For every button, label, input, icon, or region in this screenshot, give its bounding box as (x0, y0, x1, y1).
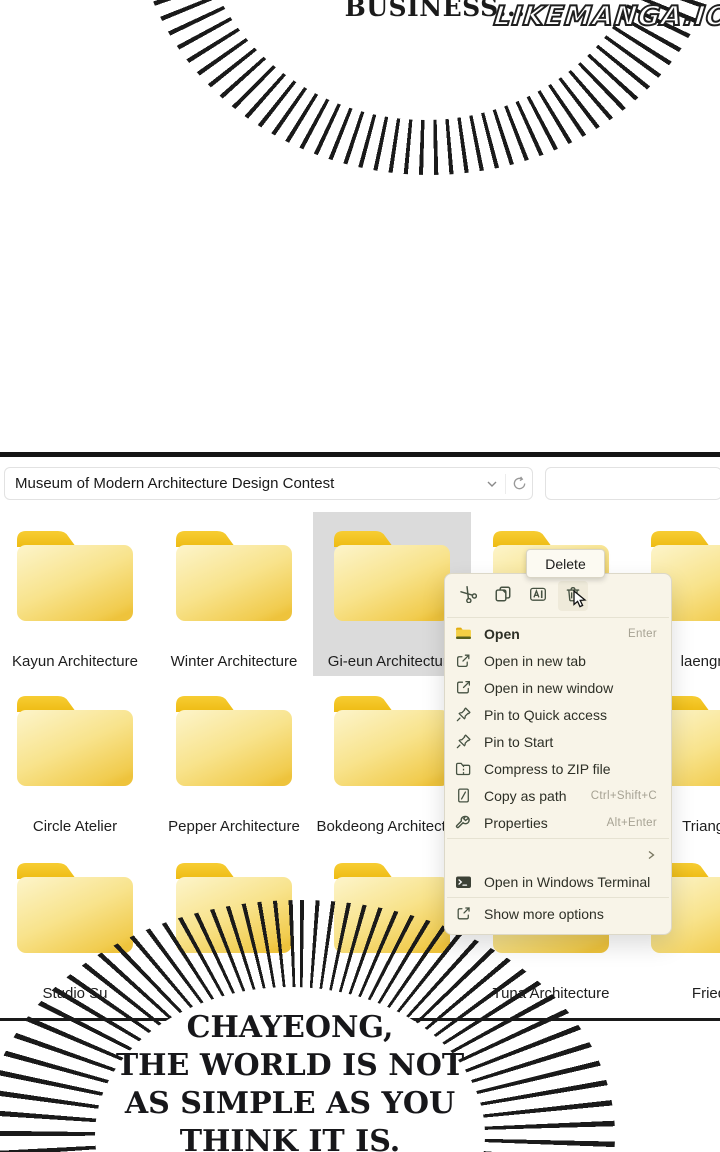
menu-item-label: Properties (484, 815, 607, 831)
rename-button[interactable] (523, 581, 553, 611)
folder-item[interactable]: Pepper Architecture (170, 690, 298, 790)
folder-icon (11, 690, 139, 790)
tooltip-label: Delete (545, 556, 585, 572)
copy-icon (494, 585, 512, 608)
folder-icon (170, 525, 298, 625)
new-tab-icon (455, 652, 472, 669)
speech-line: THE WORLD IS NOT (65, 1047, 515, 1085)
menu-separator (447, 838, 669, 839)
pin-icon (455, 733, 472, 750)
pin-icon (455, 706, 472, 723)
menu-separator (447, 617, 669, 618)
menu-item[interactable]: Open in new window (445, 674, 671, 701)
context-menu-items: OpenEnter Open in new tab Open in new wind… (445, 620, 671, 927)
address-text: Museum of Modern Architecture Design Con… (5, 475, 479, 492)
menu-item-label: Pin to Start (484, 734, 657, 750)
menu-item-shortcut: Ctrl+Shift+C (591, 790, 657, 802)
folder-icon (170, 690, 298, 790)
terminal-icon (455, 873, 472, 890)
menu-item-label: Open in new tab (484, 653, 657, 669)
menu-item-label: Open in new window (484, 680, 657, 696)
menu-item[interactable]: Show more options (445, 900, 671, 927)
menu-item-label: Copy as path (484, 788, 591, 804)
cut-icon (459, 585, 477, 608)
menu-item[interactable]: Pin to Quick access (445, 701, 671, 728)
rename-icon (529, 585, 547, 608)
menu-item-shortcut: Alt+Enter (607, 817, 657, 829)
mouse-cursor-icon (573, 590, 588, 614)
speech-line: CHAYEONG, (65, 1009, 515, 1047)
menu-item[interactable]: Pin to Start (445, 728, 671, 755)
context-menu: OpenEnter Open in new tab Open in new wind… (444, 573, 672, 935)
folder-label: Tuna Architecture (472, 985, 630, 1002)
comic-page: Museum of Modern Architecture Design Con… (0, 0, 720, 1152)
folder-icon (328, 525, 456, 625)
menu-item-label: Compress to ZIP file (484, 761, 657, 777)
menu-item-shortcut: Enter (628, 628, 657, 640)
cut-button[interactable] (453, 581, 483, 611)
folder-icon (455, 625, 472, 642)
zip-icon (455, 760, 472, 777)
folder-label: Circle Atelier (0, 818, 154, 835)
chevron-down-icon[interactable] (479, 478, 505, 490)
folder-label: Fried (630, 985, 720, 1002)
folder-icon (11, 525, 139, 625)
speech-text-bottom: CHAYEONG, THE WORLD IS NOT AS SIMPLE AS … (65, 1009, 515, 1152)
menu-item[interactable]: OpenEnter (445, 620, 671, 647)
folder-item[interactable]: Kayun Architecture (11, 525, 139, 625)
folder-icon (328, 690, 456, 790)
menu-item-label: Open (484, 626, 628, 642)
context-menu-toolbar (445, 577, 671, 615)
delete-tooltip: Delete (526, 549, 605, 578)
folder-label: Kayun Architecture (0, 653, 154, 670)
menu-item[interactable]: Compress to ZIP file (445, 755, 671, 782)
menu-item[interactable]: Open in Windows Terminal (445, 868, 671, 895)
more-icon (455, 905, 472, 922)
folder-item[interactable]: Circle Atelier (11, 690, 139, 790)
menu-item[interactable] (445, 841, 671, 868)
menu-item-label: Open in Windows Terminal (484, 874, 657, 890)
folder-label: Winter Architecture (155, 653, 313, 670)
speech-line: THINK IT IS. (65, 1123, 515, 1152)
copy-path-icon (455, 787, 472, 804)
menu-item-label: Pin to Quick access (484, 707, 657, 723)
watermark: LIKEMANGA.IO (492, 1, 720, 32)
search-box[interactable] (545, 467, 720, 500)
menu-item[interactable]: Open in new tab (445, 647, 671, 674)
folder-label: Pepper Architecture (155, 818, 313, 835)
wrench-icon (455, 814, 472, 831)
chevron-right-icon (645, 849, 657, 861)
panel-border-top (0, 452, 720, 457)
menu-item[interactable]: Copy as pathCtrl+Shift+C (445, 782, 671, 809)
folder-label: Studio Su (0, 985, 154, 1002)
menu-item-label: Show more options (484, 906, 657, 922)
copy-button[interactable] (488, 581, 518, 611)
new-window-icon (455, 679, 472, 696)
folder-item[interactable]: Bokdeong Architecture (328, 690, 456, 790)
menu-separator (447, 897, 669, 898)
folder-item[interactable]: Winter Architecture (170, 525, 298, 625)
speech-line: AS SIMPLE AS YOU (65, 1085, 515, 1123)
address-bar[interactable]: Museum of Modern Architecture Design Con… (4, 467, 533, 500)
menu-item[interactable]: PropertiesAlt+Enter (445, 809, 671, 836)
folder-item[interactable]: Gi-eun Architecture (328, 525, 456, 625)
refresh-icon[interactable] (506, 476, 532, 491)
